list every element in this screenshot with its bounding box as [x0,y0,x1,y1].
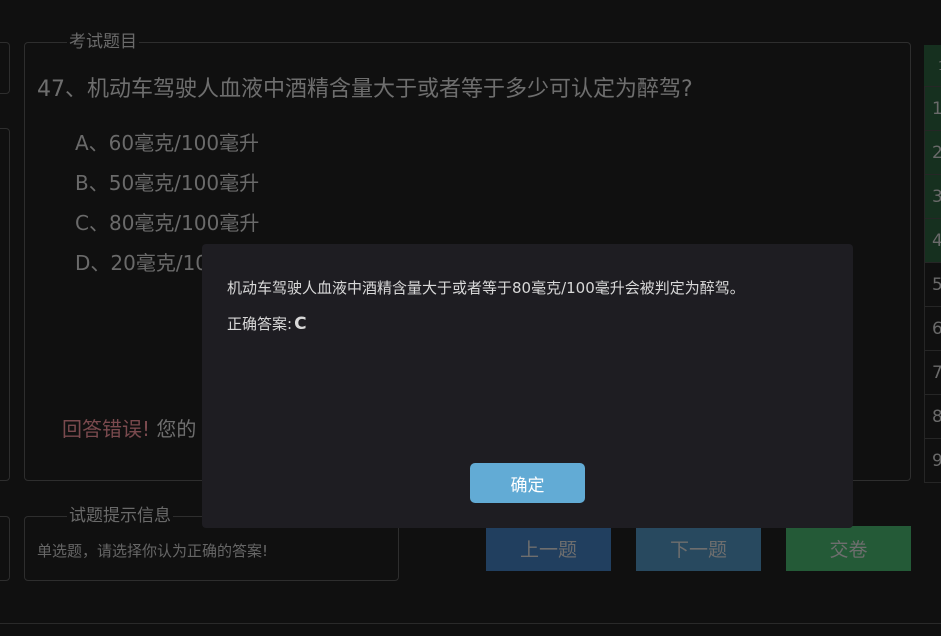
answer-dialog: 机动车驾驶人血液中酒精含量大于或者等于80毫克/100毫升会被判定为醉驾。 正确… [202,244,853,528]
correct-answer: 正确答案: C [227,313,307,334]
answer-value: C [294,314,307,334]
confirm-button[interactable]: 确定 [470,463,585,503]
explanation-text: 机动车驾驶人血液中酒精含量大于或者等于80毫克/100毫升会被判定为醉驾。 [227,279,745,297]
answer-label: 正确答案: [227,315,293,333]
